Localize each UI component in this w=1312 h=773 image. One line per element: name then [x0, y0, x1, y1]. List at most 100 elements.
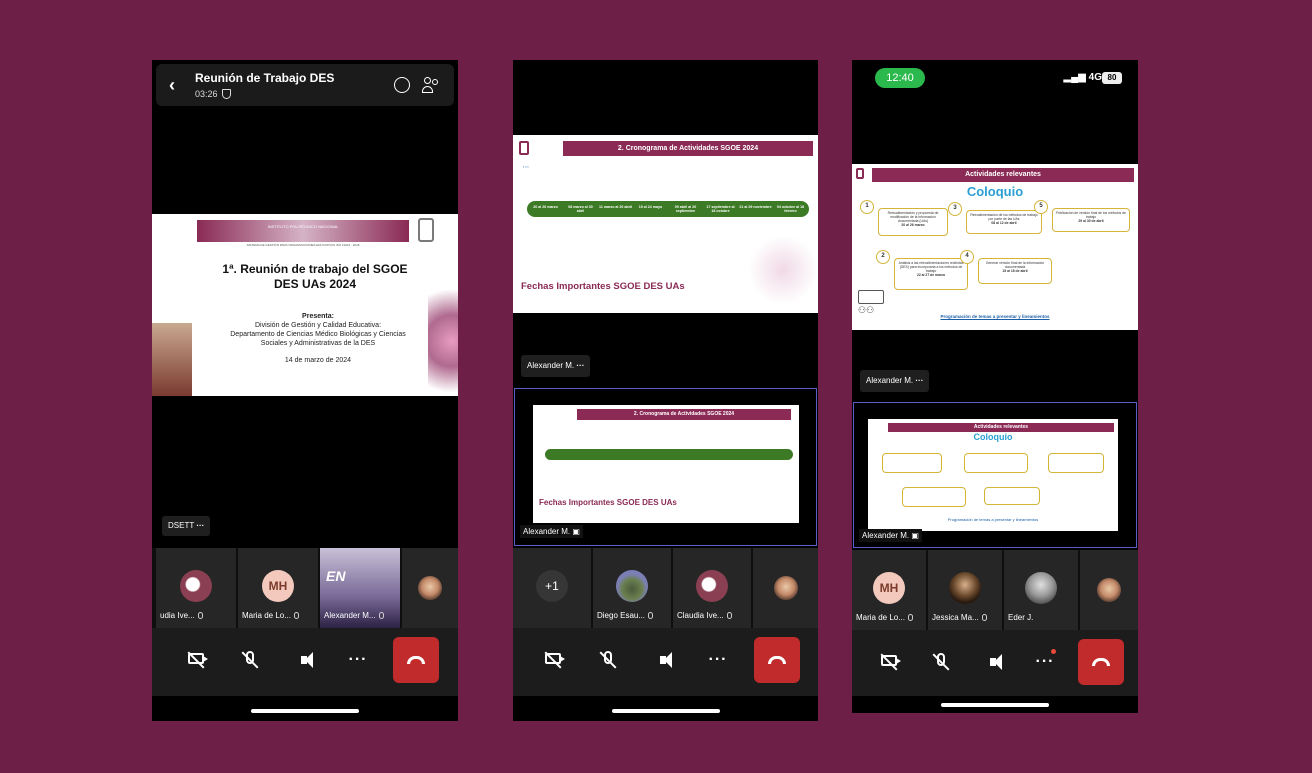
speaker-button[interactable]	[970, 639, 1016, 685]
participant-strip: +1 Diego Esau... Claudia Ive...	[513, 548, 818, 628]
chat-icon[interactable]	[394, 77, 410, 93]
timeline-date: 15 al 24 mayo	[638, 205, 663, 209]
slide-title: 2. Cronograma de Actividades SGOE 2024	[563, 141, 813, 156]
participant-tile[interactable]: Claudia Ive...	[673, 548, 751, 628]
activity-date: 22 al 27 de marzo	[916, 273, 946, 277]
more-options-button[interactable]: ···	[695, 637, 741, 683]
presentation-icon	[858, 290, 884, 304]
presenter-chip[interactable]: Alexander M. ···	[521, 355, 591, 377]
end-call-button[interactable]	[754, 637, 800, 683]
ipn-logo-icon	[856, 168, 864, 179]
activity-text: Retroalimentación de los métodos de trab…	[970, 213, 1038, 221]
timeline-date: 08 marzo al 30 abril	[568, 205, 593, 213]
activity-text: Generar versión final de la información …	[985, 261, 1045, 269]
participant-tile[interactable]: Jessica Ma...	[928, 550, 1002, 630]
avatar	[1097, 578, 1121, 602]
activity-number: 5	[1034, 200, 1048, 214]
speaker-icon	[301, 652, 313, 668]
muted-mic-icon	[907, 614, 913, 621]
camera-off-button[interactable]	[530, 637, 576, 683]
presenter-chip[interactable]: DSETT ···	[162, 516, 211, 536]
shared-slide-coloquio: Actividades relevantes Coloquio Retroali…	[852, 164, 1138, 330]
slide-title: 1ª. Reunión de trabajo del SGOE DES UAs 2…	[222, 262, 408, 291]
speaker-icon	[660, 652, 672, 668]
muted-mic-icon	[648, 612, 654, 619]
avatar: MH	[262, 570, 294, 602]
home-indicator	[941, 703, 1049, 707]
participant-tile[interactable]	[402, 548, 458, 628]
muted-mic-icon	[726, 612, 732, 619]
status-time: 12:40	[875, 68, 925, 88]
notification-dot	[1051, 649, 1056, 654]
avatar	[949, 572, 981, 604]
activity-number: 3	[948, 202, 962, 216]
participant-tile[interactable]	[1080, 550, 1138, 630]
phone-screenshot-3: 12:40 ▂▄▆ 4G 80 Actividades relevantes C…	[852, 60, 1138, 713]
muted-mic-icon	[981, 614, 987, 621]
call-controls: ···	[152, 628, 458, 696]
speaker-button[interactable]	[281, 637, 327, 683]
thumbnail-label: Alexander M. ▣	[520, 525, 583, 538]
call-controls: ···	[852, 630, 1138, 696]
phone-screenshot-1: ‹ Reunión de Trabajo DES 03:26 INSTITUTO…	[152, 60, 458, 721]
slide-footer: Fechas Importantes SGOE DES UAs	[521, 281, 685, 292]
more-participants-tile[interactable]: +1	[513, 548, 591, 628]
more-options-button[interactable]: ···	[1022, 639, 1068, 685]
mute-button[interactable]	[585, 637, 631, 683]
hang-up-icon	[407, 656, 425, 664]
speaker-button[interactable]	[640, 637, 686, 683]
participants-icon[interactable]	[422, 76, 440, 94]
call-title: Reunión de Trabajo DES	[195, 71, 335, 85]
muted-mic-icon	[378, 612, 384, 619]
avatar	[418, 576, 442, 600]
participant-tile[interactable]	[753, 548, 818, 628]
timeline-date: 09 abril al 20 septiembre	[674, 205, 697, 213]
presenter-chip[interactable]: Alexander M. ···	[860, 370, 930, 392]
signal-bars-icon: ▂▄▆	[1063, 72, 1086, 83]
participant-tile[interactable]: udia Ive...	[156, 548, 236, 628]
mute-button[interactable]	[227, 637, 273, 683]
more-options-button[interactable]: ···	[335, 637, 381, 683]
call-header: ‹ Reunión de Trabajo DES 03:26	[156, 64, 454, 106]
camera-off-button[interactable]	[866, 639, 912, 685]
activity-number: 1	[860, 200, 874, 214]
participant-video-tile[interactable]: EN Alexander M...	[320, 548, 400, 628]
slide-header: Actividades relevantes	[872, 168, 1134, 182]
participant-tile[interactable]: Eder J.	[1004, 550, 1078, 630]
activity-number: 4	[960, 250, 974, 264]
camera-off-button[interactable]	[173, 637, 219, 683]
activity-box: Retroalimentación y propuesta de modific…	[878, 208, 948, 236]
end-call-button[interactable]	[393, 637, 439, 683]
participant-tile[interactable]: MH Maria de Lo...	[238, 548, 318, 628]
timeline-date: 04 octubre al 18 febrero	[776, 205, 805, 213]
phone-screenshot-2: 2. Cronograma de Actividades SGOE 2024 2…	[513, 60, 818, 721]
call-timer: 03:26	[195, 89, 231, 99]
home-indicator	[251, 709, 359, 713]
slide-presenter-text: Presenta: División de Gestión y Calidad …	[230, 313, 406, 364]
hang-up-icon	[1092, 658, 1110, 666]
presenter-thumbnail[interactable]: Actividades relevantes Coloquio Programa…	[853, 402, 1137, 548]
activity-date: 15 al 16 de abril	[1002, 269, 1028, 273]
home-indicator	[611, 709, 720, 713]
timeline-date: 11 marzo al 20 abril	[599, 205, 632, 209]
activity-date: 29 al 30 de abril	[1078, 219, 1104, 223]
ipn-logo-icon	[519, 141, 529, 155]
presenter-thumbnail[interactable]: 2. Cronograma de Actividades SGOE 2024 F…	[514, 388, 817, 546]
call-controls: ···	[513, 628, 818, 696]
avatar	[1025, 572, 1057, 604]
end-call-button[interactable]	[1078, 639, 1124, 685]
status-bar: 12:40 ▂▄▆ 4G 80	[852, 60, 1138, 96]
participant-tile[interactable]: MH Maria de Lo...	[852, 550, 926, 630]
mute-button[interactable]	[918, 639, 964, 685]
timeline-date: 17 septiembre al 18 octubre	[706, 205, 735, 213]
muted-mic-icon	[293, 612, 299, 619]
overflow-count: +1	[536, 570, 568, 602]
slide-link[interactable]: Programación de temas a presentar y line…	[852, 314, 1138, 319]
activity-date: 08 al 12 de abril	[991, 221, 1017, 225]
slide-banner: INSTITUTO POLITÉCNICO NACIONAL	[197, 220, 409, 242]
participant-strip: udia Ive... MH Maria de Lo... EN Alexand…	[152, 548, 458, 628]
back-arrow-icon[interactable]: ‹	[169, 75, 175, 96]
participant-tile[interactable]: Diego Esau...	[593, 548, 671, 628]
shared-slide-cronograma: 2. Cronograma de Actividades SGOE 2024 2…	[513, 135, 818, 313]
timeline-date: 21 al 29 noviembre	[739, 205, 772, 209]
